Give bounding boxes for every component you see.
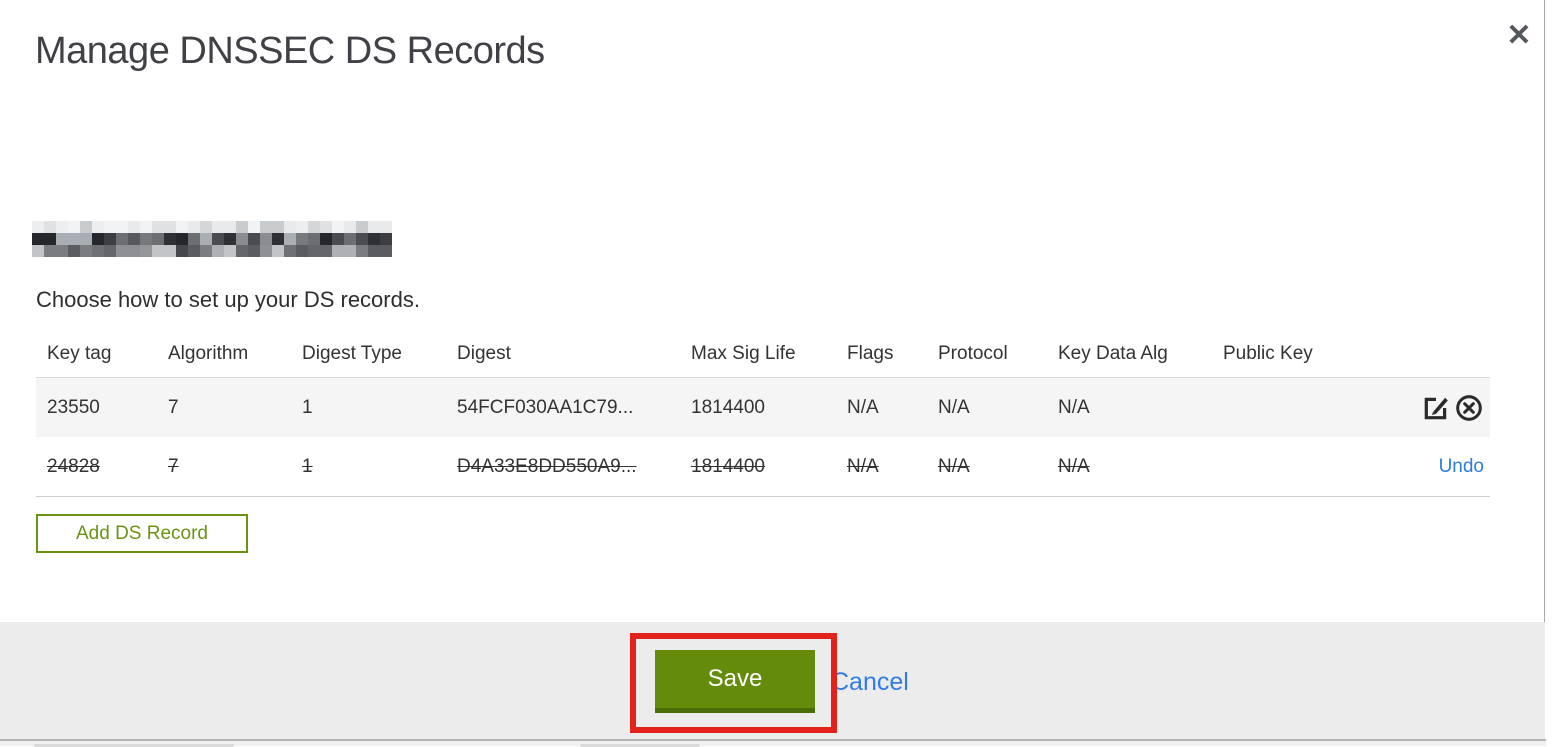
row-actions: Undo — [1394, 456, 1490, 478]
col-header-key-data-alg: Key Data Alg — [1058, 342, 1168, 364]
table-header-row: Key tag Algorithm Digest Type Digest Max… — [36, 330, 1490, 377]
cell-digest-type: 1 — [302, 455, 313, 477]
col-header-key-tag: Key tag — [47, 342, 112, 364]
row-actions — [1394, 393, 1490, 423]
col-header-public-key: Public Key — [1223, 342, 1313, 364]
cell-max-sig-life: 1814400 — [691, 396, 765, 418]
col-header-protocol: Protocol — [938, 342, 1008, 364]
ds-records-table: Key tag Algorithm Digest Type Digest Max… — [36, 330, 1490, 497]
col-header-algorithm: Algorithm — [168, 342, 249, 364]
edit-icon[interactable] — [1421, 393, 1451, 423]
cell-digest-type: 1 — [302, 396, 313, 418]
col-header-digest-type: Digest Type — [302, 342, 402, 364]
close-icon[interactable]: ✕ — [1499, 16, 1539, 56]
table-row-deleted: 24828 7 1 D4A33E8DD550A9... 1814400 N/A … — [36, 437, 1490, 497]
table-row: 23550 7 1 54FCF030AA1C79... 1814400 N/A … — [36, 377, 1490, 437]
col-header-digest: Digest — [457, 342, 511, 364]
page-title: Manage DNSSEC DS Records — [35, 30, 545, 72]
redacted-domain — [32, 221, 392, 257]
modal-bottom-edge — [0, 739, 1546, 747]
cell-protocol: N/A — [938, 396, 970, 418]
cell-key-data-alg: N/A — [1058, 396, 1090, 418]
cell-max-sig-life: 1814400 — [691, 455, 765, 477]
cell-algorithm: 7 — [168, 455, 179, 477]
cell-key-tag: 24828 — [47, 455, 100, 477]
add-ds-record-button[interactable]: Add DS Record — [36, 514, 248, 553]
undo-link[interactable]: Undo — [1439, 456, 1484, 478]
col-header-max-sig-life: Max Sig Life — [691, 342, 796, 364]
manage-dnssec-modal: Manage DNSSEC DS Records ✕ Choose how to… — [0, 0, 1545, 740]
cell-key-tag: 23550 — [47, 396, 100, 418]
cell-digest: D4A33E8DD550A9... — [457, 455, 637, 477]
col-header-flags: Flags — [847, 342, 894, 364]
save-button[interactable]: Save — [655, 650, 815, 713]
cell-digest: 54FCF030AA1C79... — [457, 396, 634, 418]
cell-flags: N/A — [847, 455, 879, 477]
cell-key-data-alg: N/A — [1058, 455, 1090, 477]
cancel-link[interactable]: Cancel — [831, 668, 909, 697]
delete-icon[interactable] — [1454, 393, 1484, 423]
cell-algorithm: 7 — [168, 396, 179, 418]
cell-flags: N/A — [847, 396, 879, 418]
cell-protocol: N/A — [938, 455, 970, 477]
instruction-text: Choose how to set up your DS records. — [36, 287, 420, 312]
